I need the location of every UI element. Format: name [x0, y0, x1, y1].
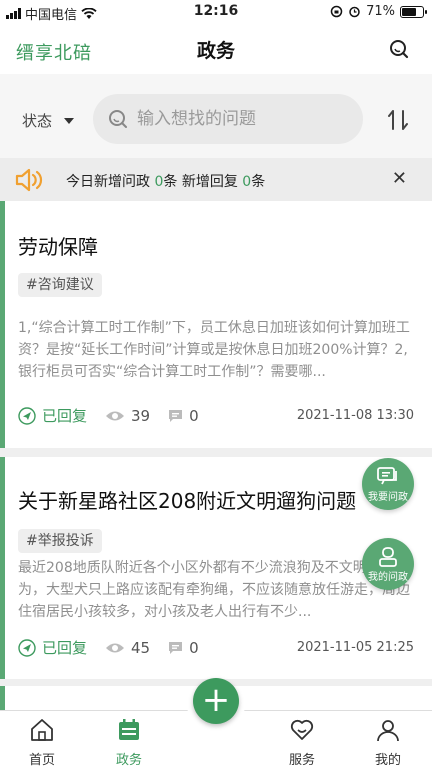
status-dropdown-label: 状态 — [22, 112, 53, 130]
eye-icon — [106, 411, 125, 420]
battery-level — [402, 7, 417, 16]
status-bar: 中国电信 12:16 71% — [0, 0, 432, 24]
view-count-value: 39 — [131, 406, 151, 425]
search-input[interactable] — [137, 109, 357, 129]
heart-icon — [290, 719, 314, 740]
rotation-lock-icon — [330, 5, 343, 18]
tab-mine-label: 我的 — [374, 753, 401, 768]
status-dropdown[interactable]: 状态 — [22, 110, 75, 131]
notice-mid: 条 新增回复 — [163, 174, 243, 190]
reply-status-label: 已回复 — [42, 407, 88, 425]
search-box[interactable] — [93, 94, 363, 144]
card-excerpt: 1,“综合计算工时工作制”下，员工休息日加班该如何计算加班工资？是按“延长工作时… — [18, 320, 410, 380]
card-title: 关于新星路社区208附近文明遛狗问题 — [18, 489, 357, 513]
reply-check-icon — [18, 406, 36, 425]
tab-home[interactable]: 首页 — [12, 717, 72, 768]
view-count: 39 — [105, 407, 150, 425]
comment-count-value: 0 — [189, 406, 199, 425]
tab-service[interactable]: 服务 — [272, 717, 332, 768]
tab-gov-label: 政务 — [115, 753, 142, 768]
reply-check-icon — [18, 638, 36, 657]
filter-bar: 状态 — [0, 74, 432, 162]
speaker-icon — [15, 168, 43, 192]
ask-question-button[interactable]: 我要问政 — [362, 458, 414, 510]
view-count-value: 45 — [131, 638, 151, 657]
comment-count: 0 — [168, 407, 199, 425]
tab-service-label: 服务 — [288, 753, 315, 768]
ask-question-label: 我要问政 — [368, 491, 408, 503]
comment-count: 0 — [168, 639, 199, 657]
status-right: 71% — [330, 4, 427, 19]
search-icon — [109, 110, 127, 128]
notice-text: 今日新增问政 0条 新增回复 0条 — [66, 171, 265, 191]
category-tag: #咨询建议 — [18, 273, 102, 297]
battery-icon — [400, 5, 427, 18]
reply-status: 已回复 — [18, 637, 87, 658]
app-header: 缙享北碚 政务 — [0, 24, 432, 74]
notice-prefix: 今日新增问政 — [66, 174, 155, 190]
eye-icon — [106, 643, 125, 652]
comment-count-value: 0 — [189, 638, 199, 657]
tab-gov[interactable]: 政务 — [99, 717, 159, 768]
category-tag: #举报投诉 — [18, 529, 102, 553]
notice-suffix: 条 — [251, 174, 266, 190]
card-meta: 已回复 39 0 2021-11-08 13:30 — [18, 405, 414, 426]
close-icon[interactable]: ✕ — [392, 168, 407, 189]
battery-percent: 71% — [366, 4, 395, 19]
reply-status-label: 已回复 — [42, 639, 88, 657]
comment-icon — [169, 641, 183, 654]
card-date: 2021-11-08 13:30 — [296, 408, 414, 423]
comment-icon — [169, 409, 183, 422]
new-replies-count: 0 — [242, 174, 252, 190]
tab-home-label: 首页 — [28, 753, 55, 768]
card-date: 2021-11-05 21:25 — [296, 640, 414, 655]
notice-bar: 今日新增问政 0条 新增回复 0条 ✕ — [0, 158, 432, 202]
card-meta: 已回复 45 0 2021-11-05 21:25 — [18, 637, 414, 658]
tab-mine[interactable]: 我的 — [358, 717, 418, 768]
calendar-icon — [119, 719, 139, 740]
question-card[interactable]: 劳动保障 #咨询建议 1,“综合计算工时工作制”下，员工休息日加班该如何计算加班… — [0, 201, 432, 448]
view-count: 45 — [105, 639, 150, 657]
chat-bubble-icon — [377, 466, 397, 484]
reply-status: 已回复 — [18, 405, 87, 426]
app-screen: 中国电信 12:16 71% 缙享北碚 政务 状态 输入想找的问题 今日新增问政… — [0, 0, 432, 768]
card-excerpt: 最近208地质队附近各个小区外都有不少流浪狗及不文明遛狗行为，大型犬只上路应该配… — [18, 560, 410, 620]
add-button[interactable]: + — [193, 678, 239, 724]
home-icon — [31, 719, 53, 741]
user-icon — [377, 720, 399, 742]
search-icon[interactable] — [388, 38, 410, 60]
card-title: 劳动保障 — [18, 235, 98, 259]
caret-down-icon — [64, 117, 75, 124]
my-questions-label: 我的问政 — [368, 571, 408, 583]
sort-icon[interactable] — [386, 108, 410, 132]
user-list-icon — [379, 546, 397, 567]
alarm-icon — [349, 6, 360, 18]
my-questions-button[interactable]: 我的问政 — [362, 538, 414, 590]
page-title: 政务 — [196, 40, 235, 62]
